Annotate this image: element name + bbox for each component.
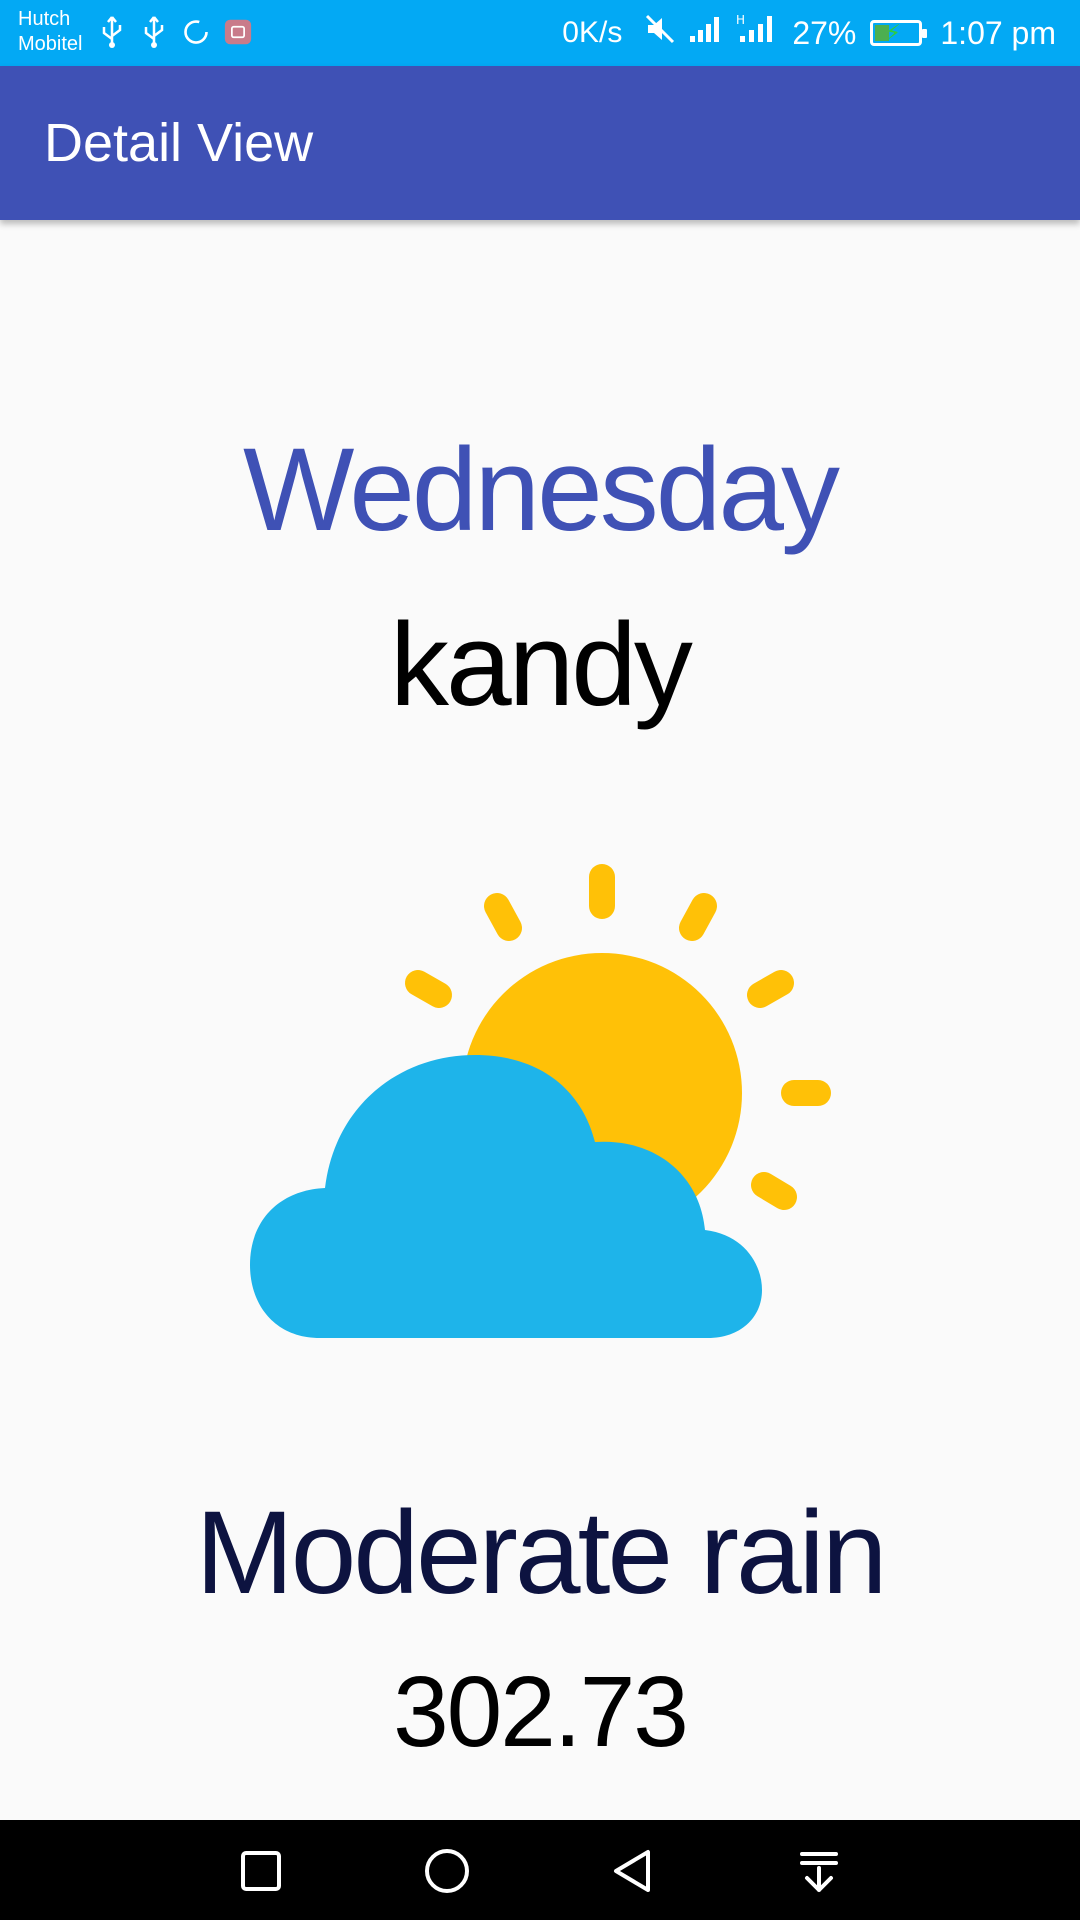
weather-description: Moderate rain bbox=[195, 1487, 887, 1619]
temperature-value: 302.73 bbox=[393, 1656, 689, 1768]
recents-icon[interactable] bbox=[236, 1846, 286, 1896]
notification-pull-icon[interactable] bbox=[794, 1846, 844, 1896]
carrier-line2: Mobitel bbox=[18, 33, 83, 55]
status-bar: Hutch Mobitel 0K/s H 27% ⚡ 1:07 pm bbox=[0, 0, 1080, 66]
status-right: 0K/s H 27% ⚡ 1:07 pm bbox=[562, 0, 1056, 66]
battery-level: 27% bbox=[792, 14, 857, 51]
city-label: kandy bbox=[390, 599, 693, 731]
status-left-icons bbox=[98, 14, 252, 50]
day-label: Wednesday bbox=[243, 424, 840, 556]
usb-icon bbox=[140, 14, 168, 50]
clock: 1:07 pm bbox=[940, 14, 1056, 51]
screen: Hutch Mobitel 0K/s H 27% ⚡ 1:07 pm Detai… bbox=[0, 0, 1080, 1920]
carrier-line1: Hutch bbox=[18, 8, 71, 30]
home-icon[interactable] bbox=[422, 1846, 472, 1896]
mute-icon bbox=[644, 13, 676, 53]
partly-cloudy-icon bbox=[250, 860, 840, 1350]
page-title: Detail View bbox=[44, 113, 314, 173]
battery-charging-icon: ⚡ bbox=[870, 20, 928, 46]
signal-icon bbox=[688, 14, 724, 52]
carrier-label: Hutch Mobitel bbox=[18, 7, 82, 57]
svg-text:H: H bbox=[736, 13, 745, 27]
signal-h-icon: H bbox=[736, 12, 780, 54]
usb-icon bbox=[98, 14, 126, 50]
back-icon[interactable] bbox=[608, 1846, 658, 1896]
app-bar: Detail View bbox=[0, 66, 1080, 220]
sync-icon bbox=[182, 14, 210, 50]
network-speed: 0K/s bbox=[562, 16, 623, 49]
navigation-bar bbox=[0, 1820, 1080, 1920]
notification-app-icon bbox=[224, 14, 252, 50]
